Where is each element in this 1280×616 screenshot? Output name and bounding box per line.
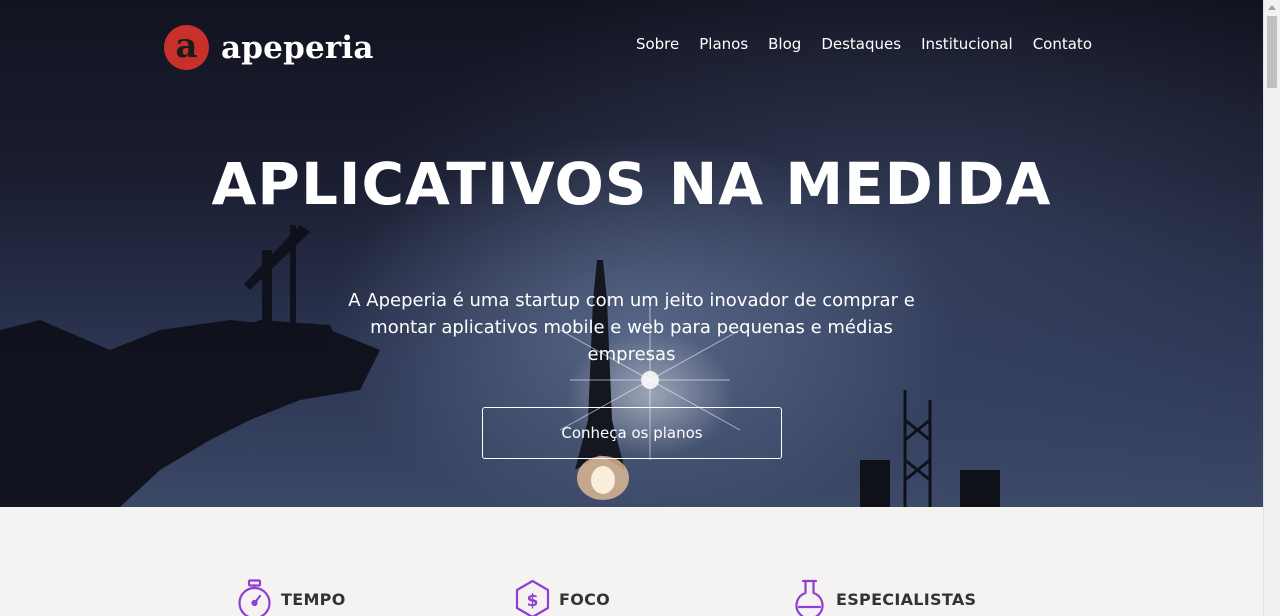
hero-title: APLICATIVOS NA MEDIDA [211,150,1052,218]
brand-name: apeperia [221,29,374,66]
hero-subtitle: A Apeperia é uma startup com um jeito in… [348,290,915,365]
logo-mark-icon: a [164,25,209,70]
hero-section: a apeperia Sobre Planos Blog Destaques I… [0,0,1263,507]
feature-label-foco: FOCO [559,589,611,609]
feature-foco: $ FOCO [515,579,610,616]
scroll-thumb[interactable] [1267,16,1277,88]
nav-item-contato[interactable]: Contato [1033,35,1092,53]
stopwatch-icon [238,579,271,616]
dollar-hexagon-icon: $ [515,579,550,616]
nav-item-institucional[interactable]: Institucional [921,35,1013,53]
features-section: TEMPO $ FOCO ESPECIALISTAS [0,507,1263,616]
nav-item-destaques[interactable]: Destaques [821,35,901,53]
feature-label-especialistas: ESPECIALISTAS [836,589,977,609]
brand-logo[interactable]: a apeperia [164,25,374,70]
feature-tempo: TEMPO [237,579,346,616]
page-scrollbar[interactable] [1263,0,1280,616]
nav-item-blog[interactable]: Blog [768,35,801,53]
feature-label-tempo: TEMPO [281,589,346,609]
feature-especialistas: ESPECIALISTAS [792,579,976,616]
nav-item-planos[interactable]: Planos [699,35,748,53]
scroll-up-arrow-icon[interactable] [1268,5,1276,10]
plans-cta-button[interactable]: Conheça os planos [482,407,782,459]
main-nav: Sobre Planos Blog Destaques Instituciona… [636,35,1092,53]
logo-letter: a [175,25,198,66]
nav-item-sobre[interactable]: Sobre [636,35,679,53]
flask-icon [795,579,824,616]
svg-text:$: $ [527,591,539,611]
